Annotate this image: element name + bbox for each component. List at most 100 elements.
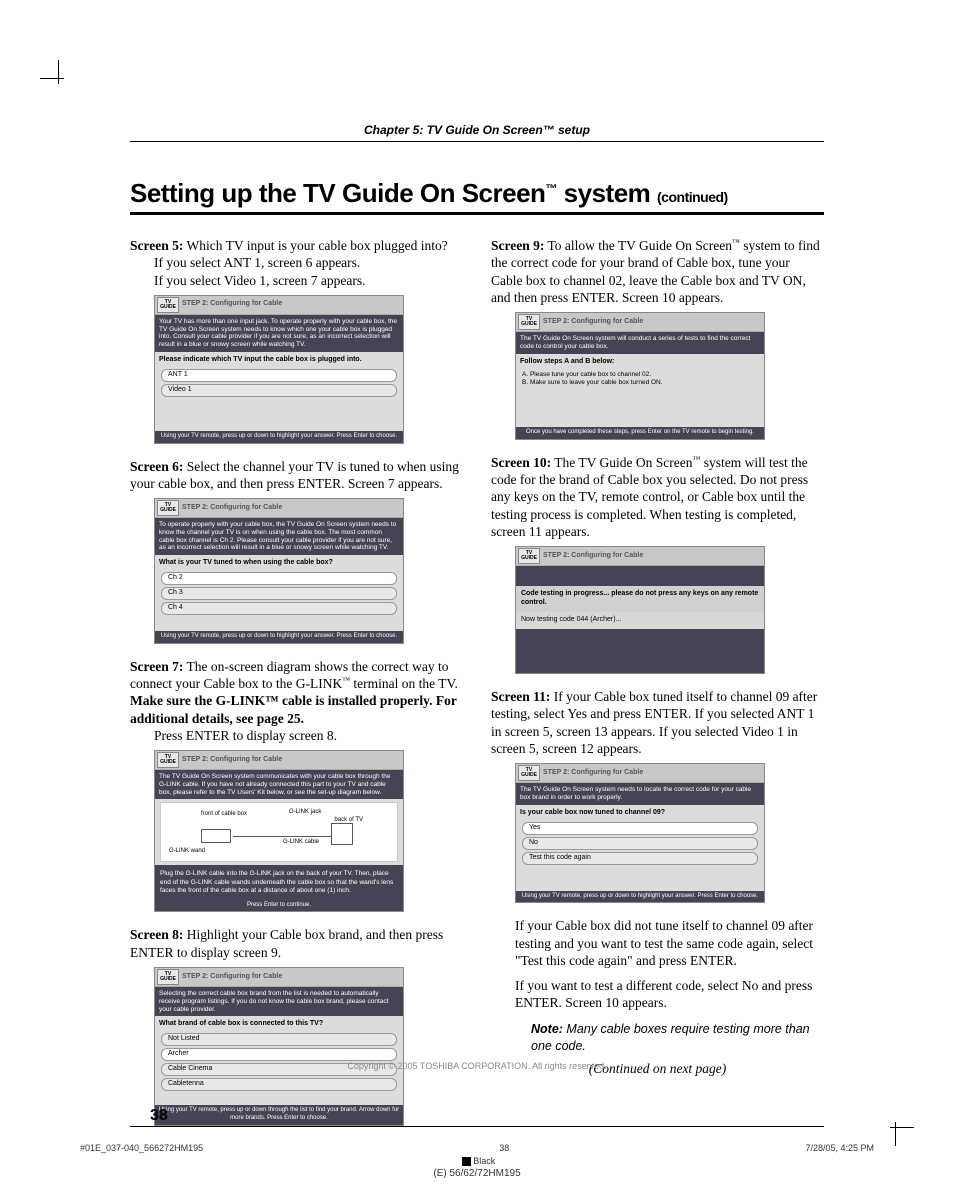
shot7-mid: Plug the G-LINK cable into the G-LINK ja…	[155, 865, 403, 899]
shot8-question: What brand of cable box is connected to …	[155, 1016, 403, 1031]
screen9-label: Screen 9:	[491, 238, 544, 253]
imposition-footer: #01E_037-040_566272HM195 38 7/28/05, 4:2…	[80, 1143, 874, 1179]
shot9-description: The TV Guide On Screen system will condu…	[516, 332, 764, 354]
shot9-step-a: A. Please tune your cable box to channel…	[522, 371, 758, 379]
screen8-block: Screen 8: Highlight your Cable box brand…	[130, 926, 463, 961]
screen10-text-a: The TV Guide On Screen	[551, 455, 692, 470]
shot6-title: STEP 2: Configuring for Cable	[182, 504, 282, 513]
headline-continued: (continued)	[657, 189, 728, 205]
page-rule	[130, 1126, 824, 1127]
shot5-question: Please indicate which TV input the cable…	[155, 352, 403, 367]
shot8-footer: Using your TV remote, press up or down t…	[155, 1105, 403, 1124]
screenshot-6: TVGUIDESTEP 2: Configuring for Cable To …	[154, 498, 404, 644]
shot8-opt-0: Not Listed	[161, 1033, 397, 1046]
screen9-block: Screen 9: To allow the TV Guide On Scree…	[491, 237, 824, 306]
crop-mark-bottom-right	[878, 1110, 914, 1146]
job-id: #01E_037-040_566272HM195	[80, 1143, 203, 1153]
headline-main: Setting up the TV Guide On Screen	[130, 178, 545, 208]
shot7-title: STEP 2: Configuring for Cable	[182, 756, 282, 765]
tv-guide-badge-icon: TVGUIDE	[157, 752, 179, 768]
headline-tm: ™	[545, 181, 557, 195]
right-column: Screen 9: To allow the TV Guide On Scree…	[491, 237, 824, 1140]
shot5-opt-video1: Video 1	[161, 384, 397, 397]
imposition-page: 38	[499, 1143, 509, 1153]
shot11-question: Is your cable box now tuned to channel 0…	[516, 805, 764, 820]
shot9-footer: Once you have completed these steps, pre…	[516, 427, 764, 439]
shot9-title: STEP 2: Configuring for Cable	[543, 318, 643, 327]
screen10-block: Screen 10: The TV Guide On Screen™ syste…	[491, 454, 824, 540]
shot11-description: The TV Guide On Screen system needs to l…	[516, 783, 764, 805]
note-label: Note:	[531, 1022, 563, 1036]
model-code: (E) 56/62/72HM195	[80, 1168, 874, 1179]
shot6-question: What is your TV tuned to when using the …	[155, 555, 403, 570]
tv-guide-badge-icon: TVGUIDE	[518, 765, 540, 781]
screenshot-10: TVGUIDESTEP 2: Configuring for Cable Cod…	[515, 546, 765, 674]
screenshot-7: TVGUIDESTEP 2: Configuring for Cable The…	[154, 750, 404, 912]
screen6-block: Screen 6: Select the channel your TV is …	[130, 458, 463, 493]
note-line: Note: Many cable boxes require testing m…	[491, 1020, 824, 1055]
note-body: Many cable boxes require testing more th…	[531, 1022, 810, 1053]
screen5-line3: If you select Video 1, screen 7 appears.	[130, 272, 463, 289]
shot10-line2: Now testing code 044 (Archer)...	[516, 612, 764, 629]
screenshot-9: TVGUIDESTEP 2: Configuring for Cable The…	[515, 312, 765, 440]
screen5-text: Which TV input is your cable box plugged…	[183, 238, 447, 253]
after-para-a: If your Cable box did not tune itself to…	[491, 917, 824, 969]
shot5-description: Your TV has more than one input jack. To…	[155, 315, 403, 352]
screen5-label: Screen 5:	[130, 238, 183, 253]
screen5-block: Screen 5: Which TV input is your cable b…	[130, 237, 463, 289]
shot6-opt-ch4: Ch 4	[161, 602, 397, 615]
tv-guide-badge-icon: TVGUIDE	[157, 500, 179, 516]
shot11-opt-no: No	[522, 837, 758, 850]
screen11-label: Screen 11:	[491, 689, 550, 704]
shot11-title: STEP 2: Configuring for Cable	[543, 769, 643, 778]
shot9-step-b: B. Make sure to leave your cable box tur…	[522, 379, 758, 387]
shot8-description: Selecting the correct cable box brand fr…	[155, 987, 403, 1016]
shot6-description: To operate properly with your cable box,…	[155, 518, 403, 555]
after-para-b: If you want to test a different code, se…	[491, 977, 824, 1012]
tv-guide-badge-icon: TVGUIDE	[518, 314, 540, 330]
shot7-footer: Press Enter to continue.	[155, 900, 403, 912]
color-name: Black	[473, 1156, 495, 1166]
page-number: 38	[150, 1107, 168, 1125]
shot9-heading: Follow steps A and B below:	[516, 354, 764, 369]
shot5-opt-ant1: ANT 1	[161, 369, 397, 382]
shot7-diagram: front of cable box G-LINK jack back of T…	[160, 802, 398, 862]
shot6-footer: Using your TV remote, press up or down t…	[155, 631, 403, 643]
tv-guide-badge-icon: TVGUIDE	[157, 297, 179, 313]
shot6-opt-ch2: Ch 2	[161, 572, 397, 585]
screen10-label: Screen 10:	[491, 455, 551, 470]
screen9-text-a: To allow the TV Guide On Screen	[544, 238, 732, 253]
screenshot-5: TVGUIDESTEP 2: Configuring for Cable You…	[154, 295, 404, 444]
screenshot-8: TVGUIDESTEP 2: Configuring for Cable Sel…	[154, 967, 404, 1126]
shot6-opt-ch3: Ch 3	[161, 587, 397, 600]
shot10-line1: Code testing in progress... please do no…	[516, 586, 764, 612]
shot11-footer: Using your TV remote, press up or down t…	[516, 891, 764, 903]
shot5-footer: Using your TV remote, press up or down t…	[155, 431, 403, 443]
screen11-block: Screen 11: If your Cable box tuned itsel…	[491, 688, 824, 757]
page-title: Setting up the TV Guide On Screen™ syste…	[130, 178, 824, 215]
screen7-bold: Make sure the G-LINK™ cable is installed…	[130, 693, 457, 725]
screen8-label: Screen 8:	[130, 927, 183, 942]
tv-guide-badge-icon: TVGUIDE	[157, 969, 179, 985]
screen7-line2: Press ENTER to display screen 8.	[130, 727, 463, 744]
screen7-block: Screen 7: The on-screen diagram shows th…	[130, 658, 463, 744]
headline-tail: system	[557, 178, 657, 208]
tv-guide-badge-icon: TVGUIDE	[518, 548, 540, 564]
screenshot-11: TVGUIDESTEP 2: Configuring for Cable The…	[515, 763, 765, 903]
shot11-opt-test-again: Test this code again	[522, 852, 758, 865]
shot8-opt-1: Archer	[161, 1048, 397, 1061]
color-chip-icon	[462, 1157, 471, 1166]
shot5-title: STEP 2: Configuring for Cable	[182, 300, 282, 309]
shot11-opt-yes: Yes	[522, 822, 758, 835]
shot10-title: STEP 2: Configuring for Cable	[543, 552, 643, 561]
imposition-date: 7/28/05, 4:25 PM	[805, 1143, 874, 1153]
screen6-label: Screen 6:	[130, 459, 183, 474]
shot8-opt-3: Cabletenna	[161, 1078, 397, 1091]
screen7-text-b: terminal on the TV.	[350, 676, 458, 691]
shot8-title: STEP 2: Configuring for Cable	[182, 973, 282, 982]
shot7-description: The TV Guide On Screen system communicat…	[155, 770, 403, 799]
crop-mark-top-left	[40, 60, 76, 96]
copyright: Copyright © 2005 TOSHIBA CORPORATION. Al…	[0, 1061, 954, 1071]
screen5-line2: If you select ANT 1, screen 6 appears.	[130, 254, 463, 271]
screen7-label: Screen 7:	[130, 659, 183, 674]
